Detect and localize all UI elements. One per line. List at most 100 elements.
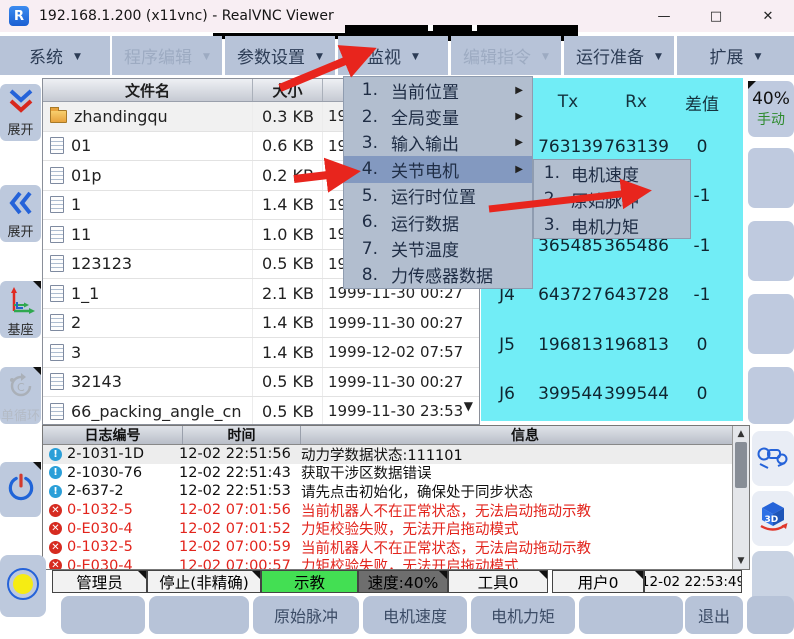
- log-scroll-up-icon[interactable]: ▲: [733, 429, 749, 439]
- menu-item-number: 4.: [344, 159, 378, 179]
- submenu-item-2[interactable]: 2.原始脉冲: [534, 186, 690, 212]
- log-code-column-header: 日志编号: [43, 426, 183, 444]
- file-size-column-header[interactable]: 大小: [253, 79, 323, 101]
- status-user-frame[interactable]: 用户0: [552, 570, 644, 593]
- speed-mode-button[interactable]: 40% 手动: [748, 81, 794, 137]
- menu-item-label: 程序编辑: [124, 43, 192, 68]
- menu-item-system[interactable]: 系统▼: [0, 36, 110, 75]
- coordinate-axes-icon: [6, 285, 36, 319]
- file-scroll-down-icon[interactable]: ▼: [464, 400, 473, 412]
- monitor-menu-item-8[interactable]: 8.力传感器数据: [344, 262, 532, 288]
- log-row[interactable]: ✕0-1032-512-02 07:00:59当前机器人不在正常状态，无法启动拖…: [43, 538, 732, 557]
- file-name-column-header[interactable]: 文件名: [43, 79, 253, 101]
- status-speed[interactable]: 速度:40%: [358, 570, 448, 593]
- drag-teach-button[interactable]: [752, 431, 794, 486]
- right-rail-empty-button-3[interactable]: [748, 294, 794, 354]
- close-button[interactable]: ✕: [742, 0, 794, 32]
- chevron-down-icon: ▼: [412, 50, 419, 62]
- status-motion-state[interactable]: 停止(非精确): [147, 570, 261, 593]
- log-scrollbar[interactable]: ▲ ▼: [732, 426, 749, 569]
- file-row[interactable]: 21.4 KB1999-11-30 00:27: [43, 309, 479, 339]
- file-row[interactable]: 66_packing_angle_cn0.5 KB1999-11-30 23:5…: [43, 397, 479, 425]
- file-row[interactable]: 31.4 KB1999-12-02 07:57: [43, 338, 479, 368]
- folder-icon: [50, 110, 67, 123]
- maximize-button[interactable]: □: [690, 0, 742, 32]
- right-rail-empty-button-2[interactable]: [748, 221, 794, 281]
- joint-motor-submenu: 1.电机速度2.原始脉冲 3. 电机力矩: [533, 159, 691, 239]
- status-mode[interactable]: 示教: [261, 570, 358, 593]
- file-date-cell: 1999-12-02 07:57: [323, 338, 479, 367]
- exit-button[interactable]: 退出: [685, 596, 743, 634]
- monitor-menu-item-6[interactable]: 6.运行数据: [344, 209, 532, 235]
- power-button[interactable]: [0, 462, 41, 517]
- status-tool[interactable]: 工具0: [448, 570, 548, 593]
- file-size-cell: 0.6 KB: [253, 132, 323, 161]
- log-row[interactable]: !2-1031-1D12-02 22:51:56动力学数据状态:111101: [43, 445, 732, 464]
- monitor-menu-item-3[interactable]: 3.输入输出▶: [344, 130, 532, 156]
- log-row[interactable]: ✕0-1032-512-02 07:01:56当前机器人不在正常状态，无法启动拖…: [43, 501, 732, 520]
- base-frame-button[interactable]: 基座: [0, 281, 41, 338]
- minimize-button[interactable]: —: [638, 0, 690, 32]
- view-3d-button[interactable]: 3D: [752, 491, 794, 546]
- svg-text:C: C: [17, 381, 25, 394]
- menu-item-label: 全局变量: [391, 104, 459, 129]
- info-icon: !: [49, 448, 62, 461]
- submenu-arrow-icon: ▶: [515, 164, 523, 175]
- bottom-empty-3[interactable]: [579, 596, 683, 634]
- joint-row: J51968131968130: [481, 320, 743, 370]
- menu-item-monitor[interactable]: 监视 ▼: [338, 36, 448, 75]
- submenu-item-1[interactable]: 1.电机速度: [534, 160, 690, 186]
- expand-down-label: 展开: [7, 119, 33, 138]
- file-name-text: 11: [71, 225, 91, 244]
- menu-item-param-settings[interactable]: 参数设置▼: [225, 36, 335, 75]
- file-size-cell: 1.4 KB: [253, 338, 323, 367]
- menu-item-run-prepare[interactable]: 运行准备▼: [564, 36, 674, 75]
- chevron-down-icon: ▼: [542, 50, 549, 62]
- submenu-item-number: 3.: [534, 215, 560, 235]
- expand-down-button[interactable]: 展开: [0, 84, 41, 141]
- file-name-cell: 1: [43, 191, 253, 220]
- raw-pulse-button[interactable]: 原始脉冲: [253, 596, 359, 634]
- bottom-empty-1[interactable]: [61, 596, 145, 634]
- file-row[interactable]: 321430.5 KB1999-11-30 00:27: [43, 368, 479, 398]
- error-icon: ✕: [49, 504, 62, 517]
- file-size-cell: 0.5 KB: [253, 368, 323, 397]
- log-row[interactable]: ✕0-E030-412-02 07:00:57力矩校验失败，无法开启拖动模式: [43, 557, 732, 569]
- file-size-cell: 0.3 KB: [253, 102, 323, 131]
- file-icon: [50, 344, 64, 361]
- log-row[interactable]: !2-637-212-02 22:51:53请先点击初始化，确保处于同步状态: [43, 482, 732, 501]
- file-name-text: 32143: [71, 372, 122, 391]
- monitor-menu-item-2[interactable]: 2.全局变量▶: [344, 103, 532, 129]
- log-scroll-thumb[interactable]: [735, 442, 747, 488]
- expand-left-button[interactable]: 展开: [0, 185, 41, 242]
- monitor-menu-item-5[interactable]: 5.运行时位置: [344, 183, 532, 209]
- monitor-menu-item-1[interactable]: 1.当前位置▶: [344, 77, 532, 103]
- log-scroll-down-icon[interactable]: ▼: [733, 556, 749, 566]
- monitor-menu-item-4[interactable]: 4.关节电机▶: [344, 156, 532, 182]
- status-clock[interactable]: 12-02 22:53:49: [644, 570, 742, 593]
- submenu-item-3[interactable]: 3. 电机力矩: [534, 212, 690, 238]
- motor-speed-button[interactable]: 电机速度: [363, 596, 467, 634]
- status-operator[interactable]: 管理员: [52, 570, 147, 593]
- submenu-item-label: 电机力矩: [571, 213, 639, 238]
- bottom-empty-4[interactable]: [747, 596, 794, 634]
- motor-torque-button[interactable]: 电机力矩: [471, 596, 575, 634]
- menu-item-extend[interactable]: 扩展▼: [677, 36, 794, 75]
- error-icon: ✕: [49, 522, 62, 535]
- joint-rx-value: 196813: [603, 335, 669, 355]
- bottom-empty-2[interactable]: [149, 596, 249, 634]
- log-row[interactable]: !2-1030-7612-02 22:51:43获取干涉区数据错误: [43, 464, 732, 483]
- menu-item-number: 8.: [344, 265, 378, 285]
- right-rail-empty-button-4[interactable]: [748, 367, 794, 424]
- menu-item-label: 监视: [367, 43, 401, 68]
- right-rail-empty-button-1[interactable]: [748, 148, 794, 208]
- monitor-menu-item-7[interactable]: 7.关节温度: [344, 235, 532, 261]
- servo-indicator-button[interactable]: [0, 555, 46, 617]
- file-name-cell: 32143: [43, 368, 253, 397]
- file-size-cell: 1.4 KB: [253, 191, 323, 220]
- menu-item-label: 系统: [29, 43, 63, 68]
- log-row[interactable]: ✕0-E030-412-02 07:01:52力矩校验失败，无法开启拖动模式: [43, 519, 732, 538]
- file-name-cell: 123123: [43, 250, 253, 279]
- global-speed-value: 40%: [752, 89, 790, 109]
- chevron-down-icon: ▼: [316, 50, 323, 62]
